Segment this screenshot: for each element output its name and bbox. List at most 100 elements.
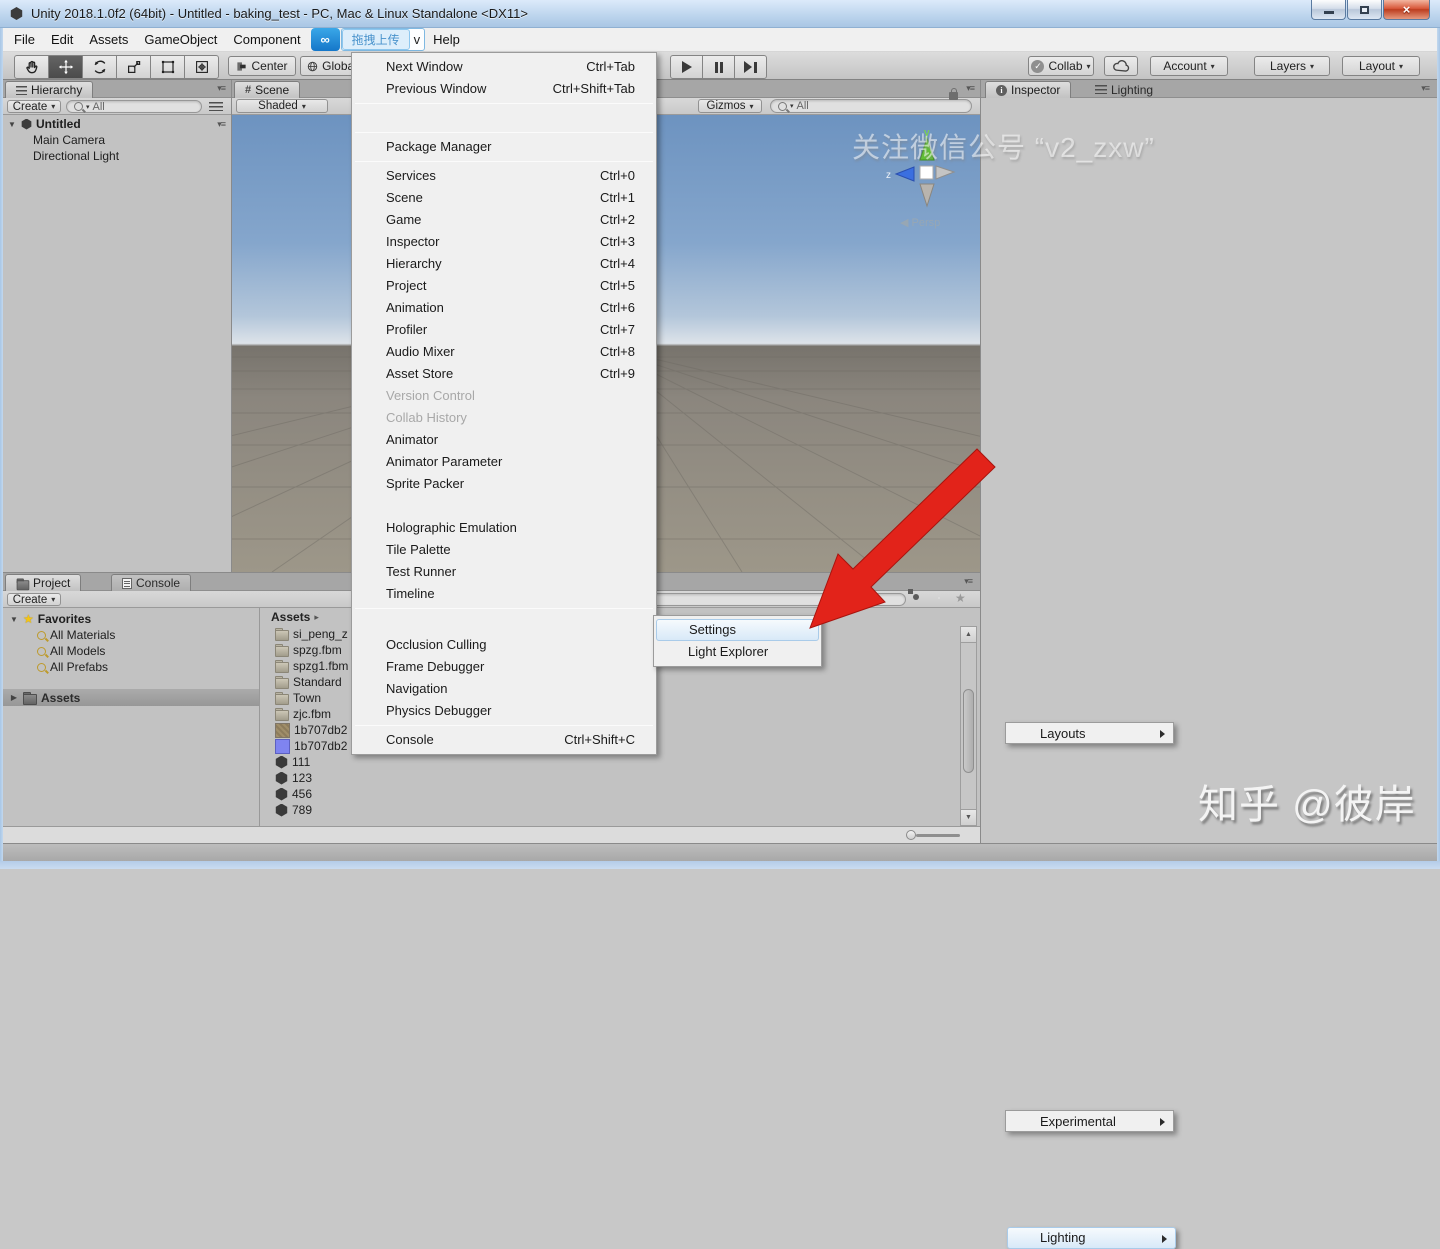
foldout-icon[interactable]: ▼: [9, 615, 19, 624]
asset-item[interactable]: 111: [261, 754, 960, 770]
hierarchy-item[interactable]: Main Camera: [3, 132, 231, 148]
menu-item[interactable]: Experimental: [1005, 1110, 1174, 1132]
menu-item[interactable]: Animator Parameter: [352, 451, 656, 473]
favorites-row[interactable]: ▼ ★ Favorites: [3, 611, 259, 627]
pane-menu-icon[interactable]: ▾≡: [964, 576, 973, 587]
menu-item[interactable]: Occlusion Culling: [352, 634, 656, 656]
menu-item[interactable]: Navigation: [352, 678, 656, 700]
axis-x-cone[interactable]: [935, 165, 956, 180]
upload-tool-icon[interactable]: ∞: [310, 28, 340, 51]
gizmo-center-cube[interactable]: [919, 165, 934, 180]
menu-item[interactable]: Console Ctrl+Shift+C: [352, 729, 656, 751]
persp-toggle[interactable]: ◀ Persp: [900, 217, 940, 229]
favorites-item[interactable]: All Models: [3, 643, 259, 659]
menu-item[interactable]: Layouts: [1005, 722, 1174, 744]
axis-z-cone[interactable]: [894, 166, 915, 182]
submenu-item[interactable]: Settings: [656, 619, 819, 641]
menu-item[interactable]: Version Control: [352, 385, 656, 407]
menu-item[interactable]: Animation Ctrl+6: [352, 297, 656, 319]
menu-item[interactable]: Physics Debugger: [352, 700, 656, 722]
menu-item[interactable]: Lighting: [1007, 1227, 1176, 1249]
menu-item[interactable]: Project Ctrl+5: [352, 275, 656, 297]
layout-dropdown[interactable]: Layout ▾: [1342, 56, 1420, 76]
create-dropdown[interactable]: Create ▾: [7, 100, 61, 113]
hand-tool-button[interactable]: [14, 55, 49, 79]
account-dropdown[interactable]: Account ▾: [1150, 56, 1228, 76]
gizmos-dropdown[interactable]: Gizmos ▾: [698, 99, 762, 113]
assets-root-row[interactable]: ▶ Assets: [3, 689, 259, 706]
menubar-item-help[interactable]: Help: [425, 28, 468, 52]
tab-project[interactable]: Project: [5, 574, 82, 591]
pivot-button[interactable]: Center: [228, 56, 296, 76]
project-search-input[interactable]: ▾: [618, 593, 906, 606]
menu-item[interactable]: Next Window Ctrl+Tab: [352, 56, 656, 78]
move-tool-button[interactable]: [48, 55, 83, 79]
asset-item[interactable]: 123: [261, 770, 960, 786]
upload-overlay[interactable]: 拖拽上传 v: [340, 28, 426, 51]
hierarchy-item[interactable]: Directional Light: [3, 148, 231, 164]
scroll-up-button[interactable]: ▲: [961, 627, 976, 643]
pause-button[interactable]: [702, 55, 735, 79]
menu-item[interactable]: Audio Mixer Ctrl+8: [352, 341, 656, 363]
menu-item[interactable]: Tile Palette: [352, 539, 656, 561]
menu-item[interactable]: Previous Window Ctrl+Shift+Tab: [352, 78, 656, 100]
menu-item[interactable]: Asset Store Ctrl+9: [352, 363, 656, 385]
scene-root-row[interactable]: ▼ Untitled ▾≡: [3, 116, 231, 132]
tab-hierarchy[interactable]: Hierarchy: [5, 81, 94, 98]
scroll-down-button[interactable]: ▼: [961, 809, 976, 825]
favorites-item[interactable]: All Prefabs: [3, 659, 259, 675]
menu-item[interactable]: Services Ctrl+0: [352, 165, 656, 187]
menu-item[interactable]: [355, 103, 653, 104]
menu-item[interactable]: Game Ctrl+2: [352, 209, 656, 231]
menu-item[interactable]: [355, 608, 653, 609]
foldout-icon[interactable]: ▶: [9, 693, 19, 702]
menu-item[interactable]: Inspector Ctrl+3: [352, 231, 656, 253]
menu-item[interactable]: Animator: [352, 429, 656, 451]
create-dropdown[interactable]: Create ▾: [7, 593, 61, 606]
scrollbar-thumb[interactable]: [963, 689, 974, 773]
favorites-item[interactable]: All Materials: [3, 627, 259, 643]
rotate-tool-button[interactable]: [82, 55, 117, 79]
pane-menu-icon[interactable]: ▾≡: [966, 83, 975, 94]
tab-lighting[interactable]: Lighting: [1085, 81, 1163, 98]
asset-item[interactable]: 456: [261, 786, 960, 802]
step-button[interactable]: [734, 55, 767, 79]
menubar-item[interactable]: Edit: [43, 28, 81, 52]
search-input[interactable]: ▾ All: [66, 100, 202, 113]
axis-down-cone[interactable]: [919, 183, 935, 208]
minimize-button[interactable]: [1311, 0, 1346, 20]
menu-item[interactable]: Collab History: [352, 407, 656, 429]
foldout-icon[interactable]: ▼: [7, 120, 17, 129]
submenu-item[interactable]: Light Explorer: [654, 641, 821, 663]
menubar-item[interactable]: Assets: [81, 28, 136, 52]
collab-button[interactable]: ✓ Collab ▾: [1028, 56, 1094, 76]
menubar-item[interactable]: File: [6, 28, 43, 52]
maximize-button[interactable]: [1347, 0, 1382, 20]
lock-icon[interactable]: [949, 88, 958, 100]
menubar-item[interactable]: Component: [225, 28, 308, 52]
tab-inspector[interactable]: i Inspector: [985, 81, 1072, 98]
layers-dropdown[interactable]: Layers ▾: [1254, 56, 1330, 76]
menu-item[interactable]: Sprite Packer: [352, 473, 656, 495]
menu-item[interactable]: Scene Ctrl+1: [352, 187, 656, 209]
menu-item[interactable]: Hierarchy Ctrl+4: [352, 253, 656, 275]
asset-item[interactable]: 789: [261, 802, 960, 818]
menu-item[interactable]: Holographic Emulation: [352, 517, 656, 539]
menu-item[interactable]: Profiler Ctrl+7: [352, 319, 656, 341]
favorites-filter-icon[interactable]: ★: [955, 592, 966, 604]
transform-tool-button[interactable]: [184, 55, 219, 79]
menu-item[interactable]: Test Runner: [352, 561, 656, 583]
menu-item[interactable]: [355, 725, 653, 726]
play-button[interactable]: [670, 55, 703, 79]
tab-console[interactable]: Console: [111, 574, 192, 591]
scene-search-input[interactable]: ▾ All: [770, 99, 972, 113]
shading-dropdown[interactable]: Shaded ▾: [236, 99, 328, 113]
menu-item[interactable]: Timeline: [352, 583, 656, 605]
pane-menu-icon[interactable]: ▾≡: [217, 83, 226, 94]
zoom-slider-knob[interactable]: [906, 830, 916, 840]
menu-item[interactable]: Package Manager: [352, 136, 656, 158]
asset-list-scrollbar[interactable]: ▲ ▼: [960, 626, 977, 826]
tab-scene[interactable]: # Scene: [234, 81, 301, 98]
menu-item[interactable]: [355, 161, 653, 162]
menubar-item[interactable]: GameObject: [136, 28, 225, 52]
